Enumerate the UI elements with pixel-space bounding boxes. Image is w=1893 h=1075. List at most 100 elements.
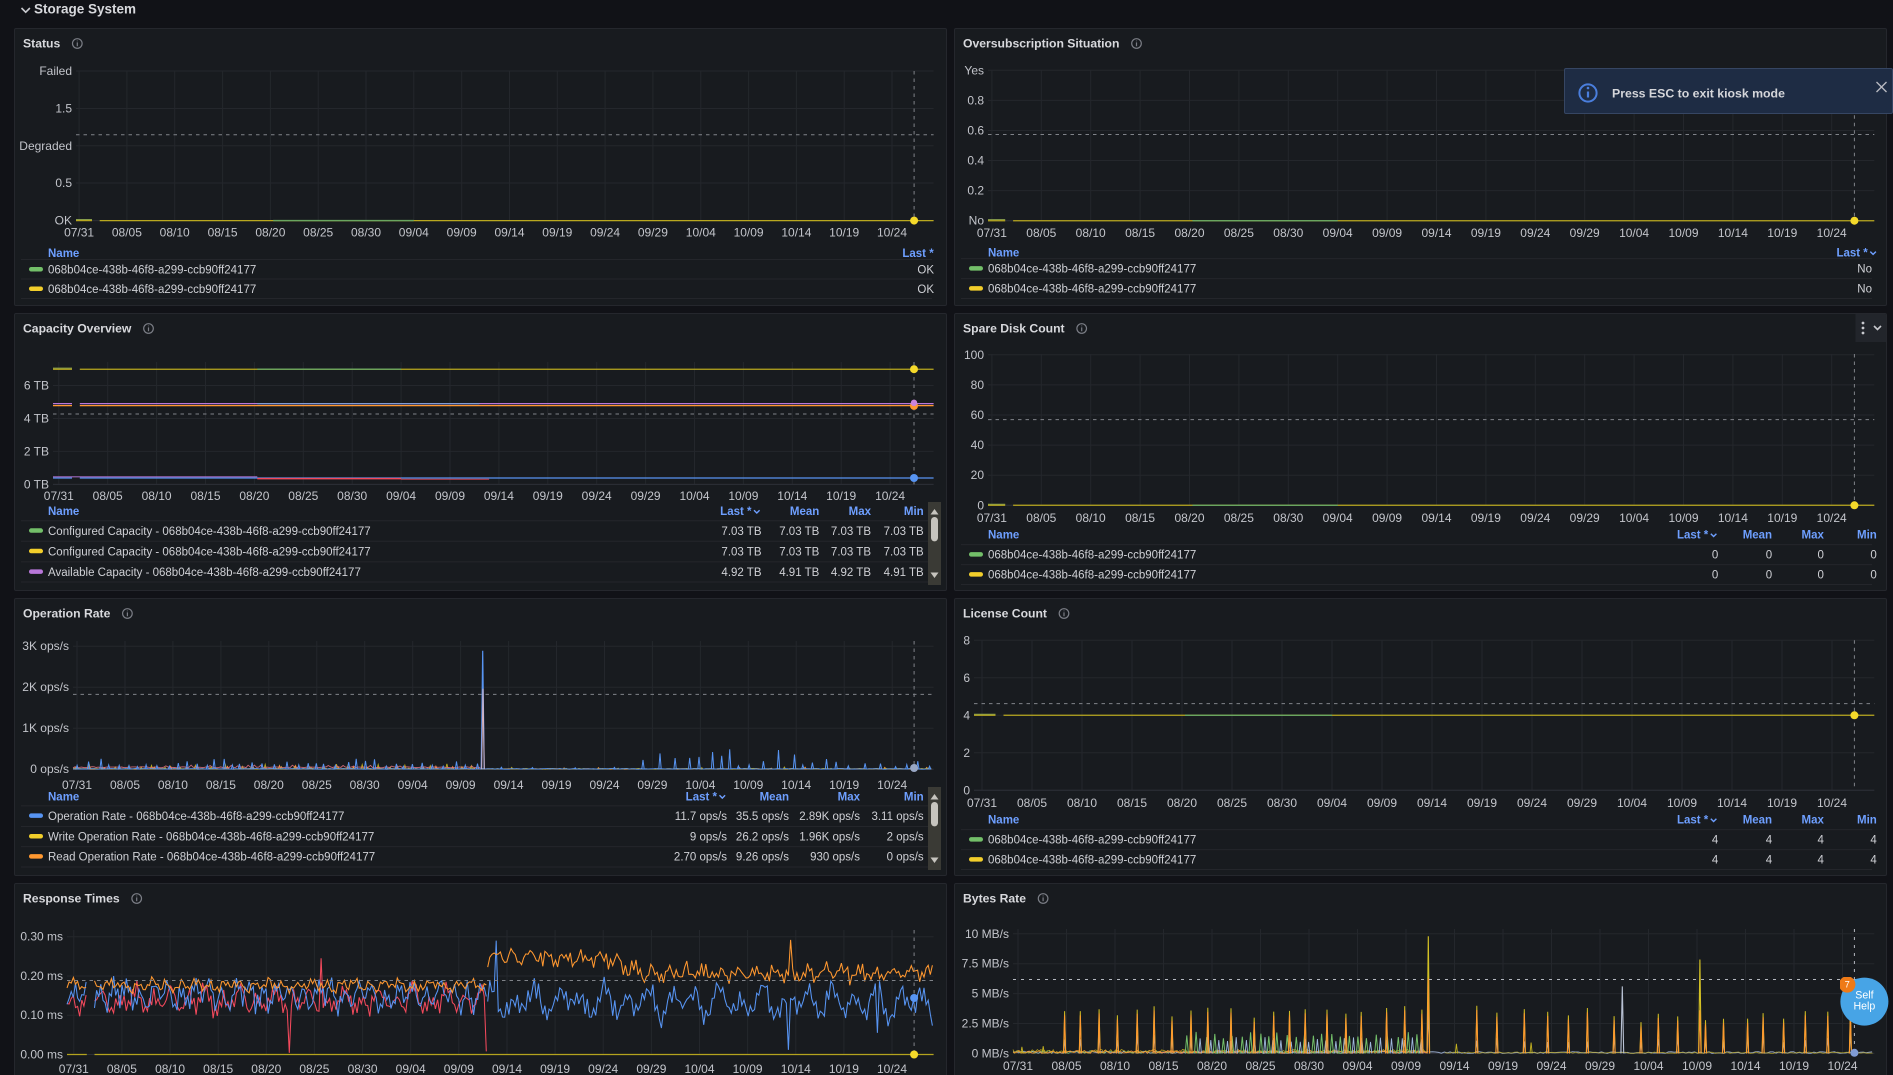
svg-text:09/14: 09/14 (494, 778, 524, 792)
svg-text:Max: Max (838, 791, 861, 803)
svg-text:10/19: 10/19 (1767, 511, 1797, 525)
svg-text:4: 4 (1766, 835, 1773, 847)
svg-text:OK: OK (917, 284, 934, 296)
svg-text:10/14: 10/14 (1730, 1059, 1760, 1073)
svg-text:2: 2 (963, 746, 970, 760)
svg-text:2 ops/s: 2 ops/s (887, 832, 924, 844)
svg-text:10/09: 10/09 (728, 489, 758, 503)
svg-text:07/31: 07/31 (1003, 1059, 1033, 1073)
svg-text:10/24: 10/24 (875, 489, 905, 503)
svg-text:08/30: 08/30 (1267, 796, 1297, 810)
svg-text:09/24: 09/24 (1536, 1059, 1566, 1073)
svg-text:09/04: 09/04 (398, 778, 428, 792)
svg-text:1.96K ops/s: 1.96K ops/s (799, 832, 860, 844)
svg-text:100: 100 (964, 348, 984, 362)
svg-text:08/05: 08/05 (110, 778, 140, 792)
svg-text:Self: Self (1855, 989, 1873, 1001)
svg-text:Configured Capacity - 068b04ce: Configured Capacity - 068b04ce-438b-46f8… (48, 526, 371, 538)
svg-text:08/25: 08/25 (288, 489, 318, 503)
svg-text:09/24: 09/24 (588, 1062, 618, 1075)
svg-text:0.30 ms: 0.30 ms (20, 930, 63, 944)
svg-text:Operation Rate: Operation Rate (23, 607, 111, 621)
svg-text:10/04: 10/04 (1617, 796, 1647, 810)
svg-text:20: 20 (971, 468, 985, 482)
svg-text:10/24: 10/24 (1817, 511, 1847, 525)
svg-text:0.5: 0.5 (55, 176, 72, 190)
svg-text:0: 0 (1766, 550, 1772, 562)
svg-text:9 ops/s: 9 ops/s (690, 832, 727, 844)
svg-text:09/09: 09/09 (1391, 1059, 1421, 1073)
svg-text:80: 80 (971, 378, 985, 392)
svg-text:08/30: 08/30 (348, 1062, 378, 1075)
svg-text:09/04: 09/04 (396, 1062, 426, 1075)
svg-text:3.11 ops/s: 3.11 ops/s (871, 811, 923, 823)
svg-text:09/14: 09/14 (1417, 796, 1447, 810)
svg-text:08/10: 08/10 (1100, 1059, 1130, 1073)
svg-text:Last *: Last * (720, 506, 752, 518)
svg-text:8: 8 (963, 633, 970, 647)
svg-text:068b04ce-438b-46f8-a299-ccb90f: 068b04ce-438b-46f8-a299-ccb90ff24177 (988, 570, 1196, 582)
svg-text:08/30: 08/30 (1273, 226, 1303, 240)
svg-text:4: 4 (1870, 835, 1877, 847)
svg-text:068b04ce-438b-46f8-a299-ccb90f: 068b04ce-438b-46f8-a299-ccb90ff24177 (988, 835, 1196, 847)
svg-text:09/04: 09/04 (399, 226, 429, 240)
svg-text:1K ops/s: 1K ops/s (22, 721, 69, 735)
svg-text:Available Capacity - 068b04ce-: Available Capacity - 068b04ce-438b-46f8-… (48, 567, 361, 579)
svg-text:10/19: 10/19 (1767, 226, 1797, 240)
svg-text:09/14: 09/14 (484, 489, 514, 503)
svg-text:Mean: Mean (1743, 530, 1772, 542)
svg-text:0: 0 (1712, 570, 1718, 582)
svg-text:7.03 TB: 7.03 TB (831, 526, 871, 538)
svg-text:0.2: 0.2 (967, 184, 984, 198)
svg-text:Degraded: Degraded (19, 139, 72, 153)
svg-text:Min: Min (1857, 530, 1877, 542)
svg-text:07/31: 07/31 (44, 489, 74, 503)
svg-text:Write Operation Rate - 068b04c: Write Operation Rate - 068b04ce-438b-46f… (48, 832, 374, 844)
svg-text:08/15: 08/15 (1125, 511, 1155, 525)
svg-text:09/14: 09/14 (1439, 1059, 1469, 1073)
svg-text:Last *: Last * (686, 791, 718, 803)
svg-text:08/25: 08/25 (1224, 511, 1254, 525)
svg-text:Press ESC to exit kiosk mode: Press ESC to exit kiosk mode (1612, 87, 1785, 101)
svg-text:7.03 TB: 7.03 TB (721, 546, 761, 558)
svg-text:Name: Name (48, 791, 79, 803)
svg-text:Bytes Rate: Bytes Rate (963, 892, 1026, 906)
svg-text:7: 7 (1845, 980, 1850, 990)
svg-text:9.26 ops/s: 9.26 ops/s (736, 852, 789, 864)
svg-text:08/05: 08/05 (1026, 226, 1056, 240)
svg-text:09/19: 09/19 (540, 1062, 570, 1075)
svg-text:5 MB/s: 5 MB/s (972, 987, 1009, 1001)
svg-text:09/24: 09/24 (1520, 226, 1550, 240)
svg-text:0 ops/s: 0 ops/s (887, 852, 924, 864)
svg-text:2.5 MB/s: 2.5 MB/s (962, 1017, 1009, 1031)
svg-text:0: 0 (1870, 570, 1876, 582)
svg-text:10/24: 10/24 (1827, 1059, 1857, 1073)
svg-text:08/15: 08/15 (1125, 226, 1155, 240)
svg-text:10/09: 10/09 (733, 778, 763, 792)
svg-text:10/04: 10/04 (686, 226, 716, 240)
svg-text:07/31: 07/31 (977, 226, 1007, 240)
svg-text:10/19: 10/19 (829, 1062, 859, 1075)
svg-text:08/20: 08/20 (1174, 226, 1204, 240)
svg-text:07/31: 07/31 (64, 226, 94, 240)
svg-text:09/04: 09/04 (1317, 796, 1347, 810)
svg-text:08/30: 08/30 (351, 226, 381, 240)
svg-text:4 TB: 4 TB (24, 412, 49, 426)
svg-text:09/19: 09/19 (1488, 1059, 1518, 1073)
svg-text:4.92 TB: 4.92 TB (721, 567, 761, 579)
svg-text:Operation Rate - 068b04ce-438b: Operation Rate - 068b04ce-438b-46f8-a299… (48, 811, 344, 823)
svg-text:09/24: 09/24 (590, 226, 620, 240)
svg-text:Min: Min (1857, 815, 1877, 827)
svg-text:10/09: 10/09 (734, 226, 764, 240)
svg-text:License Count: License Count (963, 607, 1047, 621)
svg-text:10/24: 10/24 (877, 226, 907, 240)
svg-text:068b04ce-438b-46f8-a299-ccb90f: 068b04ce-438b-46f8-a299-ccb90ff24177 (988, 264, 1196, 276)
svg-text:0.8: 0.8 (967, 93, 984, 107)
svg-text:40: 40 (971, 438, 985, 452)
svg-text:0.6: 0.6 (967, 124, 984, 138)
svg-text:10/19: 10/19 (826, 489, 856, 503)
svg-text:08/20: 08/20 (251, 1062, 281, 1075)
svg-text:09/09: 09/09 (1367, 796, 1397, 810)
svg-text:09/19: 09/19 (1471, 226, 1501, 240)
svg-text:4.92 TB: 4.92 TB (831, 567, 871, 579)
